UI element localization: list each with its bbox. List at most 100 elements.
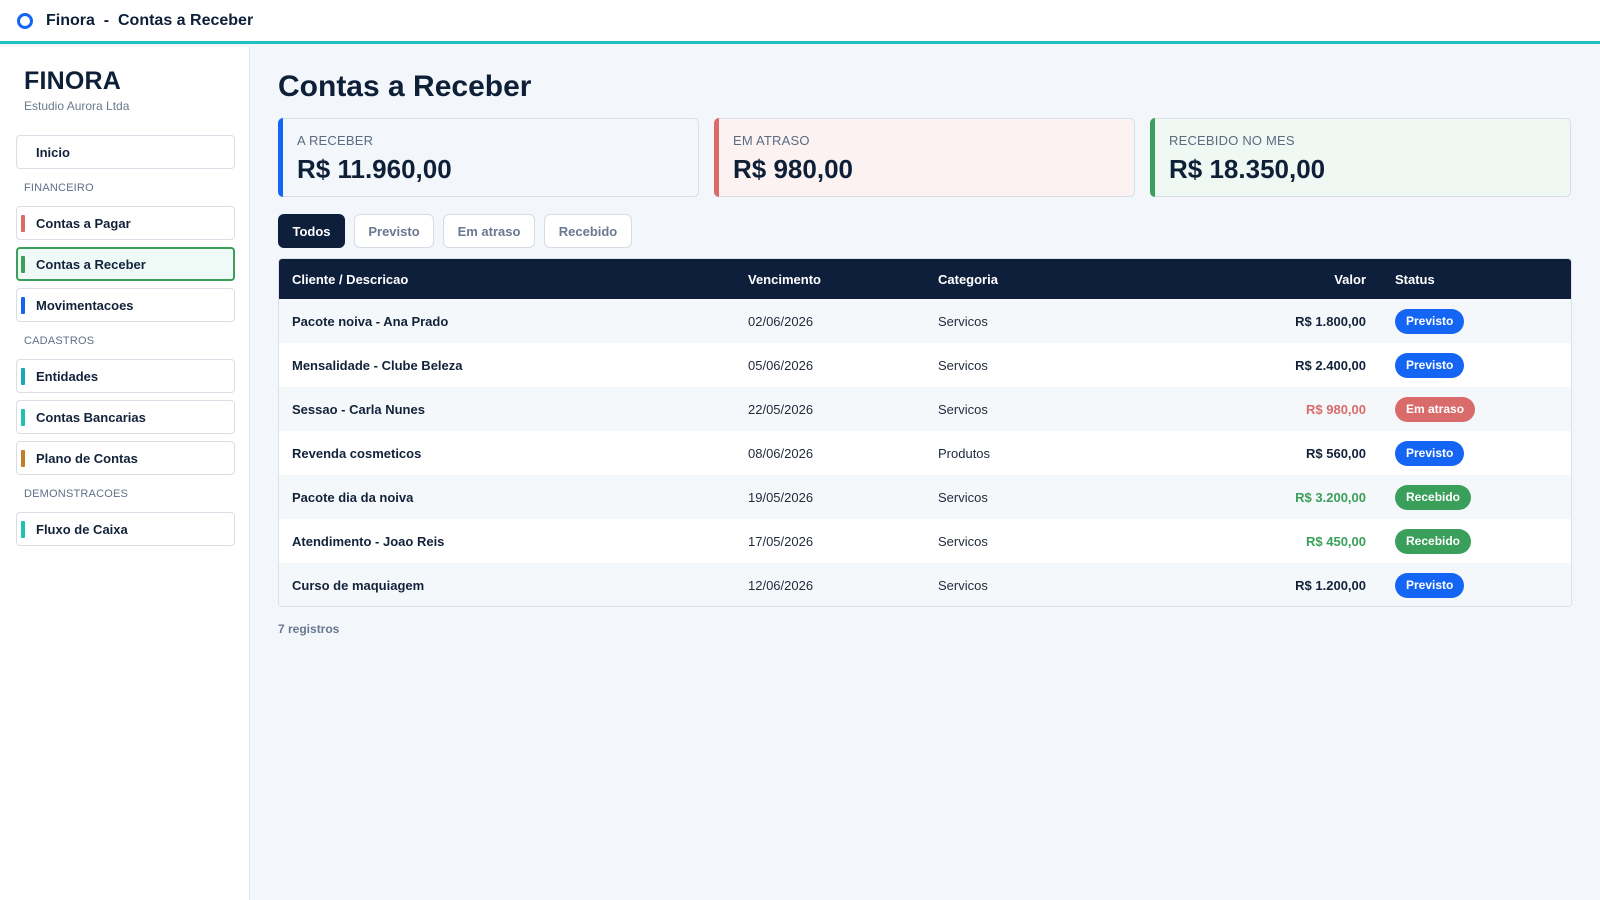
color-marker [21, 215, 25, 232]
row-description: Atendimento - Joao Reis [292, 534, 445, 549]
sidebar: FINORA Estudio Aurora Ltda Inicio FINANC… [0, 47, 250, 900]
row-category: Servicos [938, 534, 988, 549]
row-due-date: 08/06/2026 [748, 446, 814, 461]
row-description: Pacote dia da noiva [292, 490, 414, 505]
sidebar-item-movimentacoes[interactable]: Movimentacoes [16, 288, 235, 322]
table-row[interactable]: Atendimento - Joao Reis 17/05/2026 Servico… [279, 519, 1571, 563]
brand-name: FINORA [24, 67, 122, 95]
table-row[interactable]: Pacote noiva - Ana Prado 02/06/2026 Servic… [279, 299, 1571, 343]
sidebar-item-label: Fluxo de Caixa [36, 521, 128, 537]
status-badge: Previsto [1395, 441, 1465, 466]
color-marker [21, 521, 25, 538]
color-marker [21, 256, 25, 273]
status-badge: Recebido [1395, 529, 1472, 554]
row-value: R$ 560,00 [1306, 446, 1366, 461]
status-badge: Recebido [1395, 485, 1472, 510]
row-value: R$ 1.800,00 [1295, 314, 1366, 329]
brand: FINORA Estudio Aurora Ltda [24, 67, 129, 113]
table-row[interactable]: Pacote dia da noiva 19/05/2026 Servicos R$ … [279, 475, 1571, 519]
row-description: Sessao - Carla Nunes [292, 402, 425, 417]
sidebar-section-financeiro: FINANCEIRO [24, 182, 94, 194]
sidebar-item-contas-bancarias[interactable]: Contas Bancarias [16, 400, 235, 434]
kpi-accent [714, 118, 719, 197]
color-marker [21, 450, 25, 467]
color-marker [21, 409, 25, 426]
sidebar-item-inicio[interactable]: Inicio [16, 135, 235, 169]
company-name: Estudio Aurora Ltda [24, 99, 130, 113]
record-count: 7 registros [278, 622, 340, 636]
kpi-label: EM ATRASO [733, 133, 810, 148]
color-marker [21, 368, 25, 385]
sidebar-item-label: Contas a Pagar [36, 215, 131, 231]
sidebar-item-label: Entidades [36, 368, 99, 384]
row-value: R$ 3.200,00 [1295, 490, 1366, 505]
row-description: Pacote noiva - Ana Prado [292, 314, 449, 329]
sidebar-section-cadastros: CADASTROS [24, 335, 95, 347]
row-due-date: 12/06/2026 [748, 578, 814, 593]
row-category: Produtos [938, 446, 991, 461]
row-description: Curso de maquiagem [292, 578, 425, 593]
sidebar-item-label: Contas Bancarias [36, 409, 146, 425]
status-badge: Previsto [1395, 353, 1465, 378]
sidebar-item-label: Inicio [36, 144, 70, 160]
kpi-value: R$ 11.960,00 [297, 154, 452, 184]
table-header: Cliente / Descricao Vencimento Categoria… [279, 259, 1571, 299]
filter-em-atraso[interactable]: Em atraso [443, 214, 535, 248]
row-value: R$ 450,00 [1306, 534, 1366, 549]
column-header-categoria[interactable]: Categoria [938, 272, 998, 287]
kpi-label: RECEBIDO NO MES [1169, 133, 1295, 148]
table-row[interactable]: Mensalidade - Clube Beleza 05/06/2026 Serv… [279, 343, 1571, 387]
sidebar-item-contas-a-receber[interactable]: Contas a Receber [16, 247, 235, 281]
sidebar-item-label: Contas a Receber [36, 256, 146, 272]
kpi-label: A RECEBER [297, 133, 374, 148]
row-due-date: 02/06/2026 [748, 314, 814, 329]
kpi-card-recebido-no-mes: RECEBIDO NO MES R$ 18.350,00 [1150, 118, 1571, 197]
sidebar-item-fluxo-de-caixa[interactable]: Fluxo de Caixa [16, 512, 235, 546]
kpi-card-a-receber: A RECEBER R$ 11.960,00 [278, 118, 699, 197]
color-marker [21, 297, 25, 314]
filter-previsto[interactable]: Previsto [354, 214, 434, 248]
column-header-descricao[interactable]: Cliente / Descricao [292, 272, 408, 287]
row-category: Servicos [938, 314, 988, 329]
sidebar-item-label: Plano de Contas [36, 450, 138, 466]
kpi-value: R$ 18.350,00 [1169, 154, 1326, 184]
row-due-date: 05/06/2026 [748, 358, 814, 373]
kpi-accent [278, 118, 283, 197]
table-row[interactable]: Revenda cosmeticos 08/06/2026 Produtos R$ 5… [279, 431, 1571, 475]
status-badge: Previsto [1395, 573, 1465, 598]
app-logo-icon [17, 12, 33, 29]
row-value: R$ 980,00 [1306, 402, 1366, 417]
sidebar-item-label: Movimentacoes [36, 297, 134, 313]
row-due-date: 22/05/2026 [748, 402, 814, 417]
row-due-date: 19/05/2026 [748, 490, 814, 505]
window-title: Finora - Contas a Receber [46, 11, 254, 29]
filter-todos[interactable]: Todos [278, 214, 345, 248]
title-bar: Finora - Contas a Receber [0, 0, 1600, 44]
column-header-vencimento[interactable]: Vencimento [748, 272, 821, 287]
sidebar-item-contas-a-pagar[interactable]: Contas a Pagar [16, 206, 235, 240]
table-row[interactable]: Curso de maquiagem 12/06/2026 Servicos R$ 1… [279, 563, 1571, 606]
kpi-value: R$ 980,00 [733, 154, 853, 184]
page-title: Contas a Receber [278, 70, 532, 103]
sidebar-section-demonstracoes: DEMONSTRACOES [24, 488, 129, 500]
receivables-table: Cliente / Descricao Vencimento Categoria… [278, 258, 1572, 607]
sidebar-item-entidades[interactable]: Entidades [16, 359, 235, 393]
table-body: Pacote noiva - Ana Prado 02/06/2026 Servic… [279, 299, 1571, 606]
row-category: Servicos [938, 578, 988, 593]
sidebar-item-plano-de-contas[interactable]: Plano de Contas [16, 441, 235, 475]
row-description: Revenda cosmeticos [292, 446, 422, 461]
row-category: Servicos [938, 490, 988, 505]
row-value: R$ 1.200,00 [1295, 578, 1366, 593]
status-badge: Previsto [1395, 309, 1465, 334]
row-due-date: 17/05/2026 [748, 534, 814, 549]
row-value: R$ 2.400,00 [1295, 358, 1366, 373]
column-header-status[interactable]: Status [1395, 272, 1435, 287]
status-badge: Em atraso [1395, 397, 1476, 422]
kpi-accent [1150, 118, 1155, 197]
row-description: Mensalidade - Clube Beleza [292, 358, 463, 373]
kpi-card-em-atraso: EM ATRASO R$ 980,00 [714, 118, 1135, 197]
filter-recebido[interactable]: Recebido [544, 214, 632, 248]
table-row[interactable]: Sessao - Carla Nunes 22/05/2026 Servicos R$… [279, 387, 1571, 431]
column-header-valor[interactable]: Valor [1334, 272, 1366, 287]
row-category: Servicos [938, 402, 988, 417]
